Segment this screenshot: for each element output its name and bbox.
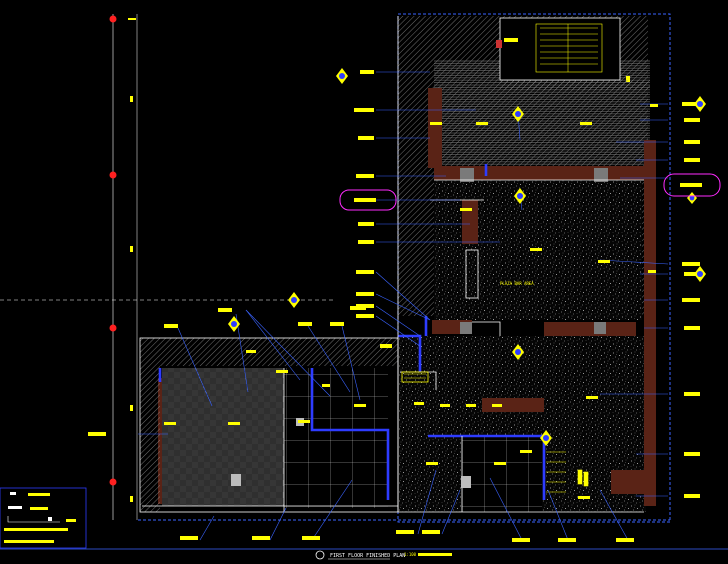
drawing-title: FIRST FLOOR FINISHED PLAN (330, 553, 405, 559)
lower-wall-hatch (140, 338, 398, 366)
tile-floor-a (284, 368, 388, 508)
grid-bubbles (109, 15, 136, 502)
floor-plan-drawing: PLAZA BAR AREA FIRST FLOOR FINISHED PLAN… (0, 13, 728, 560)
legend-box (0, 487, 87, 549)
room-label: PLAZA BAR AREA (500, 281, 534, 286)
parquet-floor (162, 368, 284, 506)
title-block: FIRST FLOOR FINISHED PLAN 1:100 (0, 548, 728, 560)
stair-icon (496, 17, 630, 82)
drawing-scale: 1:100 (404, 552, 417, 557)
